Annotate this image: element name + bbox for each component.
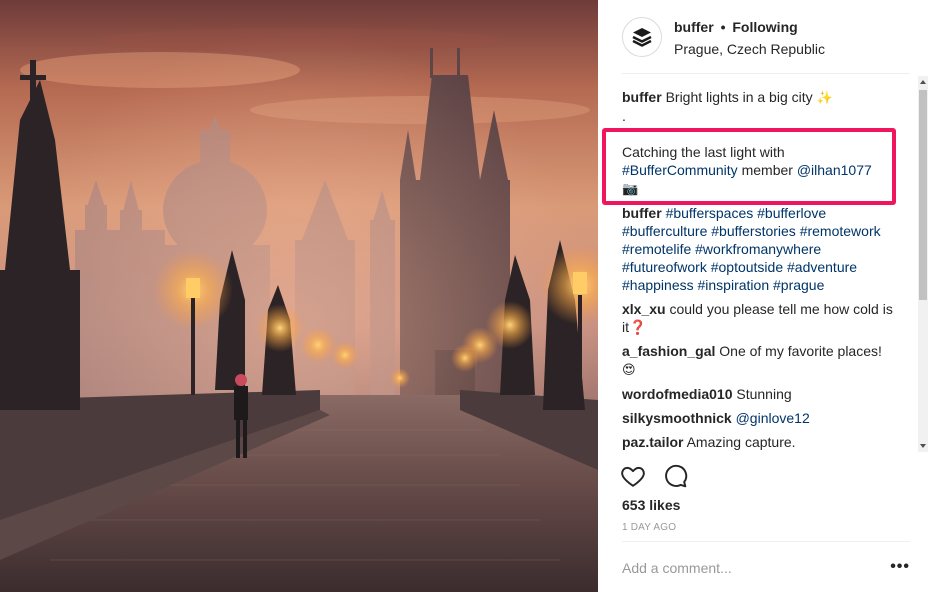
- camera-emoji: 📷: [622, 181, 639, 196]
- post-actions: [620, 463, 688, 489]
- comment-text: One of my favorite places!: [719, 343, 882, 359]
- post-timestamp[interactable]: 1 DAY AGO: [622, 522, 676, 533]
- scroll-up-arrow-icon[interactable]: [918, 76, 928, 88]
- comment-username[interactable]: wordofmedia010: [622, 386, 732, 402]
- charles-bridge-photo: [0, 0, 598, 592]
- hashtag-buffercommunity[interactable]: #BufferCommunity: [622, 162, 738, 178]
- comment-username[interactable]: silkysmoothnick: [622, 410, 732, 426]
- scrollbar-thumb[interactable]: [919, 90, 927, 300]
- comment-text: Stunning: [736, 386, 792, 402]
- sparkles-emoji: ✨: [816, 90, 833, 105]
- caption-member-text: member: [741, 162, 793, 178]
- add-comment-bar: •••: [622, 541, 910, 592]
- comment: wordofmedia010 Stunning: [622, 385, 902, 403]
- comment-username[interactable]: xlx_xu: [622, 301, 666, 317]
- post-header: buffer • Following Prague, Czech Republi…: [622, 14, 910, 74]
- header-user-line: buffer • Following: [674, 19, 798, 35]
- comment-input[interactable]: [622, 560, 872, 576]
- caption-dot: .: [622, 108, 626, 124]
- comment: paz.tailor Amazing capture.: [622, 433, 902, 451]
- following-button[interactable]: Following: [732, 19, 797, 35]
- likes-count[interactable]: 653 likes: [622, 497, 680, 513]
- heart-icon[interactable]: [620, 463, 646, 489]
- comment: silkysmoothnick @ginlove12: [622, 409, 902, 427]
- caption-username[interactable]: buffer: [622, 89, 662, 105]
- location-link[interactable]: Prague, Czech Republic: [674, 41, 825, 57]
- mention-ginlove12[interactable]: @ginlove12: [736, 410, 810, 426]
- header-separator: •: [720, 19, 726, 35]
- header-username[interactable]: buffer: [674, 19, 714, 35]
- mention-ilhan1077[interactable]: @ilhan1077: [797, 162, 872, 178]
- comment: xlx_xu could you please tell me how cold…: [622, 300, 902, 336]
- comment-bubble-icon[interactable]: [662, 463, 688, 489]
- post-photo[interactable]: [0, 0, 598, 592]
- comment-username[interactable]: buffer: [622, 205, 662, 221]
- caption-text: Bright lights in a big city: [665, 89, 813, 105]
- comment-text: Amazing capture.: [686, 434, 796, 450]
- hashtag-comment: buffer #bufferspaces #bufferlove #buffer…: [622, 204, 902, 294]
- comments-scrollbar[interactable]: [918, 76, 928, 452]
- comments-list[interactable]: buffer Bright lights in a big city ✨ . C…: [622, 88, 902, 452]
- post-side-panel: buffer • Following Prague, Czech Republi…: [598, 0, 930, 592]
- caption: buffer Bright lights in a big city ✨ . C…: [622, 88, 902, 198]
- scroll-down-arrow-icon[interactable]: [918, 440, 928, 452]
- caption-highlight-text: Catching the last light with: [622, 144, 785, 160]
- comment-username[interactable]: a_fashion_gal: [622, 343, 715, 359]
- buffer-logo-icon[interactable]: [622, 17, 662, 57]
- more-options-icon[interactable]: •••: [890, 558, 910, 576]
- comment: a_fashion_gal One of my favorite places!…: [622, 342, 902, 379]
- heart-eyes-emoji: 😍: [622, 362, 636, 377]
- comment-username[interactable]: paz.tailor: [622, 434, 683, 450]
